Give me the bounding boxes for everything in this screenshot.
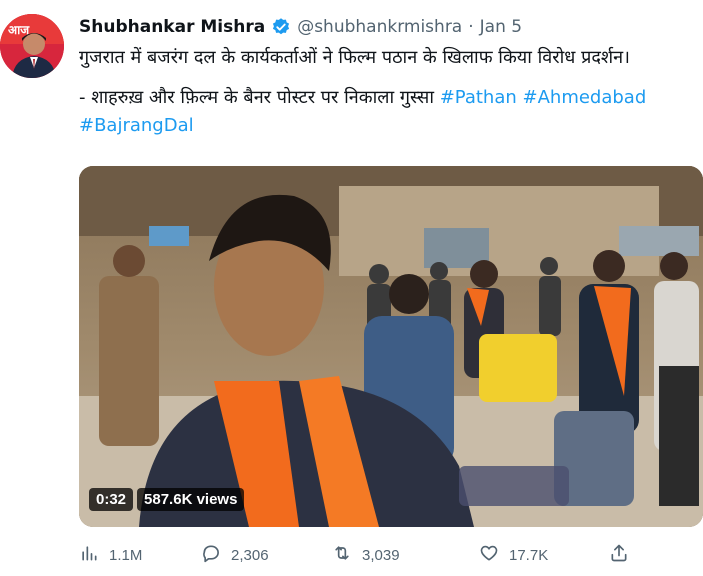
verified-badge-icon (271, 17, 291, 37)
retweet-icon (332, 543, 352, 567)
video-frame (79, 166, 703, 527)
hashtag-ahmedabad[interactable]: #Ahmedabad (523, 87, 647, 108)
like-button[interactable]: 17.7K (479, 543, 548, 567)
video-views: 587.6K views (137, 488, 245, 511)
like-icon (479, 543, 499, 567)
tweet-actions: 1.1M 2,306 3,039 17.7K (79, 543, 679, 569)
header-separator: · (468, 17, 474, 37)
retweet-button[interactable]: 3,039 (332, 543, 400, 567)
analytics-icon (79, 543, 99, 567)
share-button[interactable] (609, 543, 629, 567)
author-handle[interactable]: @shubhankrmishra (297, 17, 462, 37)
like-count: 17.7K (509, 546, 549, 564)
hashtag-bajrangdal[interactable]: #BajrangDal (79, 115, 194, 136)
video-player[interactable]: 0:32 587.6K views (79, 166, 703, 527)
video-duration: 0:32 (89, 488, 134, 511)
tweet-line-3: #BajrangDal (79, 112, 699, 140)
tweet-text: गुजरात में बजरंग दल के कार्यकर्ताओं ने फ… (79, 44, 699, 140)
tweet-line-2: - शाहरुख़ और फ़िल्म के बैनर पोस्टर पर नि… (79, 84, 699, 112)
retweet-count: 3,039 (362, 546, 400, 564)
avatar-image: आज (0, 14, 64, 78)
reply-button[interactable]: 2,306 (201, 543, 269, 567)
analytics-count: 1.1M (109, 546, 143, 564)
video-meta: 0:32 587.6K views (89, 488, 245, 511)
tweet-header: Shubhankar Mishra @shubhankrmishra · Jan… (79, 14, 522, 40)
hashtag-pathan[interactable]: #Pathan (440, 87, 517, 108)
reply-icon (201, 543, 221, 567)
tweet-date[interactable]: Jan 5 (480, 17, 522, 37)
analytics-button[interactable]: 1.1M (79, 543, 142, 567)
reply-count: 2,306 (231, 546, 269, 564)
tweet-line-1: गुजरात में बजरंग दल के कार्यकर्ताओं ने फ… (79, 47, 630, 68)
author-name[interactable]: Shubhankar Mishra (79, 17, 265, 37)
avatar[interactable]: आज (0, 14, 64, 78)
share-icon (609, 543, 629, 567)
tweet-line-2-text: - शाहरुख़ और फ़िल्म के बैनर पोस्टर पर नि… (79, 87, 440, 108)
